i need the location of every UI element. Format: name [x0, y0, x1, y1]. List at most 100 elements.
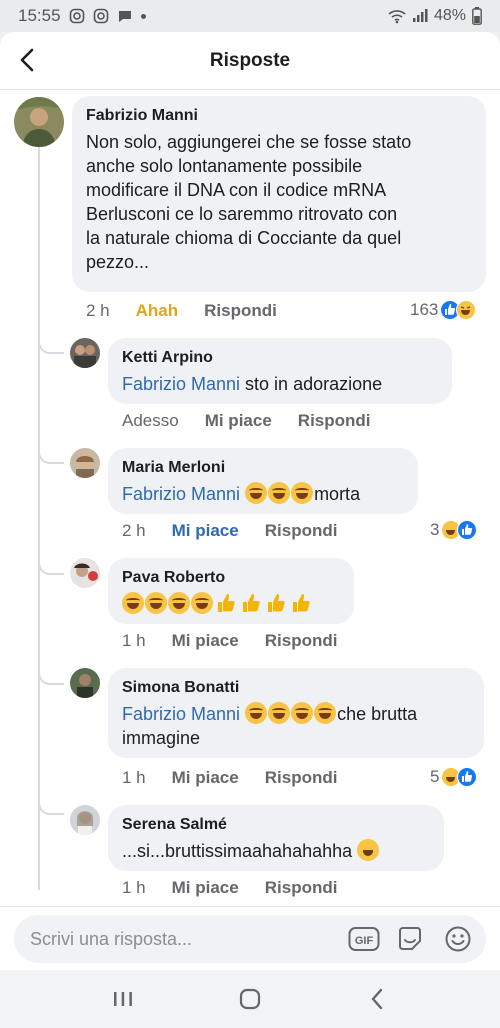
rofl-emoji-icon: [291, 702, 314, 724]
reaction-summary[interactable]: 5: [430, 767, 478, 787]
comment-text: [122, 592, 340, 616]
comment-bubble[interactable]: Ketti Arpino Fabrizio Manni sto in adora…: [108, 338, 452, 404]
sticker-button[interactable]: [396, 925, 424, 958]
comment-actions: Adesso Mi piace Rispondi: [122, 411, 371, 431]
comment-time: 1 h: [122, 878, 146, 897]
notification-dot-icon: [140, 13, 146, 19]
rofl-emoji-icon: [314, 702, 337, 724]
comment-time: 2 h: [86, 301, 110, 320]
reply-input[interactable]: [30, 928, 330, 950]
laughing-emoji-icon: [291, 482, 314, 504]
signal-icon: [412, 9, 428, 22]
mention-link[interactable]: Fabrizio Manni: [122, 374, 240, 394]
comment-text: Fabrizio Manni sto in adorazione: [122, 372, 438, 396]
home-button[interactable]: [230, 979, 270, 1019]
laughing-emoji-icon: [145, 592, 167, 614]
avatar[interactable]: [70, 448, 100, 478]
comment-text: Fabrizio Manni che brutta immagine: [122, 702, 470, 750]
page-title: Risposte: [209, 49, 291, 71]
chevron-left-icon: [371, 988, 382, 1010]
home-icon: [239, 988, 261, 1010]
like-button[interactable]: Mi piace: [205, 411, 272, 431]
system-back-button[interactable]: [357, 979, 397, 1019]
thread-line: [38, 130, 40, 890]
reaction-summary[interactable]: 163: [410, 300, 477, 320]
reply-button[interactable]: Rispondi: [298, 411, 371, 431]
reply-button[interactable]: Rispondi: [204, 301, 277, 321]
back-arrow-icon: [20, 48, 34, 72]
comment-bubble[interactable]: Serena Salmé ...si...bruttissimaahahahah…: [108, 805, 444, 871]
mention-link[interactable]: Fabrizio Manni: [122, 484, 240, 504]
comment-text-body: ...si...bruttissimaahahahahha: [122, 841, 353, 861]
avatar[interactable]: [70, 805, 100, 835]
reaction-count: 5: [430, 767, 440, 786]
comment-author[interactable]: Maria Merloni: [122, 458, 404, 478]
comment-text: Non solo, aggiungerei che se fosse stato…: [86, 130, 472, 274]
message-icon: [118, 11, 131, 22]
laughing-emoji-icon: [168, 592, 190, 614]
avatar[interactable]: [70, 558, 100, 588]
comment-time: 2 h: [122, 521, 146, 540]
reaction-summary[interactable]: 3: [430, 520, 478, 540]
comment-actions: 1 h Mi piace Rispondi: [122, 768, 337, 788]
smiley-icon: [445, 926, 471, 952]
sticker-icon: [399, 927, 421, 950]
comment-bubble[interactable]: Fabrizio Manni Non solo, aggiungerei che…: [72, 96, 486, 292]
battery-percent: 48%: [433, 7, 466, 24]
comment-author[interactable]: Ketti Arpino: [122, 348, 438, 368]
comment-bubble[interactable]: Simona Bonatti Fabrizio Manni che brutta…: [108, 668, 484, 758]
thumbs-up-emoji-icon: [268, 594, 285, 612]
reply-input-box[interactable]: GIF: [14, 915, 486, 963]
text-line: pezzo...: [86, 252, 150, 272]
gif-button[interactable]: GIF: [348, 925, 380, 958]
svg-text:GIF: GIF: [355, 935, 374, 947]
thumbs-up-emoji-icon: [243, 594, 260, 612]
system-nav-bar: [0, 970, 500, 1028]
recent-apps-button[interactable]: [103, 979, 143, 1019]
reply-composer: GIF: [0, 906, 500, 970]
rofl-emoji-icon: [245, 702, 268, 724]
gif-icon: GIF: [348, 927, 380, 951]
like-button[interactable]: Mi piace: [172, 631, 239, 651]
comment-author[interactable]: Simona Bonatti: [122, 678, 470, 698]
comment-text: Fabrizio Manni morta: [122, 482, 404, 506]
mention-link[interactable]: Fabrizio Manni: [122, 704, 240, 724]
haha-reaction-icon: [456, 300, 477, 320]
thumbs-up-emoji-icon: [293, 594, 310, 612]
reply-button[interactable]: Rispondi: [265, 768, 338, 788]
comment-author[interactable]: Pava Roberto: [122, 568, 340, 588]
comment-bubble[interactable]: Maria Merloni Fabrizio Manni morta: [108, 448, 418, 514]
header: Risposte: [0, 32, 500, 90]
avatar[interactable]: [70, 668, 100, 698]
emoji-button[interactable]: [444, 925, 472, 958]
reply-button[interactable]: Rispondi: [265, 521, 338, 541]
laughing-emoji-icon: [191, 592, 213, 614]
comment-bubble[interactable]: Pava Roberto: [108, 558, 354, 624]
like-reaction-icon: [457, 520, 478, 540]
like-reaction-icon: [457, 767, 478, 787]
like-button[interactable]: Mi piace: [172, 768, 239, 788]
avatar[interactable]: [70, 338, 100, 368]
status-bar: 15:55 48%: [0, 0, 500, 32]
reaction-button[interactable]: Ahah: [136, 301, 179, 321]
like-button[interactable]: Mi piace: [172, 521, 239, 541]
like-button[interactable]: Mi piace: [172, 878, 239, 898]
comment-text-body: immagine: [122, 728, 201, 748]
comment-actions: 2 h Mi piace Rispondi: [122, 521, 337, 541]
comment-actions: 1 h Mi piace Rispondi: [122, 878, 337, 898]
rofl-emoji-icon: [268, 702, 291, 724]
laughing-emoji-icon: [268, 482, 291, 504]
reply-button[interactable]: Rispondi: [265, 878, 338, 898]
avatar[interactable]: [14, 97, 64, 147]
comment-author[interactable]: Serena Salmé: [122, 815, 430, 835]
reply-button[interactable]: Rispondi: [265, 631, 338, 651]
comment-time: 1 h: [122, 631, 146, 650]
thumbs-up-emoji-icon: [218, 594, 235, 612]
comment-text-body: morta: [314, 484, 361, 504]
text-line: modificare il DNA con il codice mRNA: [86, 180, 387, 200]
comment-author[interactable]: Fabrizio Manni: [86, 106, 472, 126]
text-line: Berlusconi ce lo saremmo ritrovato con: [86, 204, 398, 224]
battery-icon: [472, 7, 482, 25]
comment-actions: 1 h Mi piace Rispondi: [122, 631, 337, 651]
back-button[interactable]: [12, 45, 42, 75]
